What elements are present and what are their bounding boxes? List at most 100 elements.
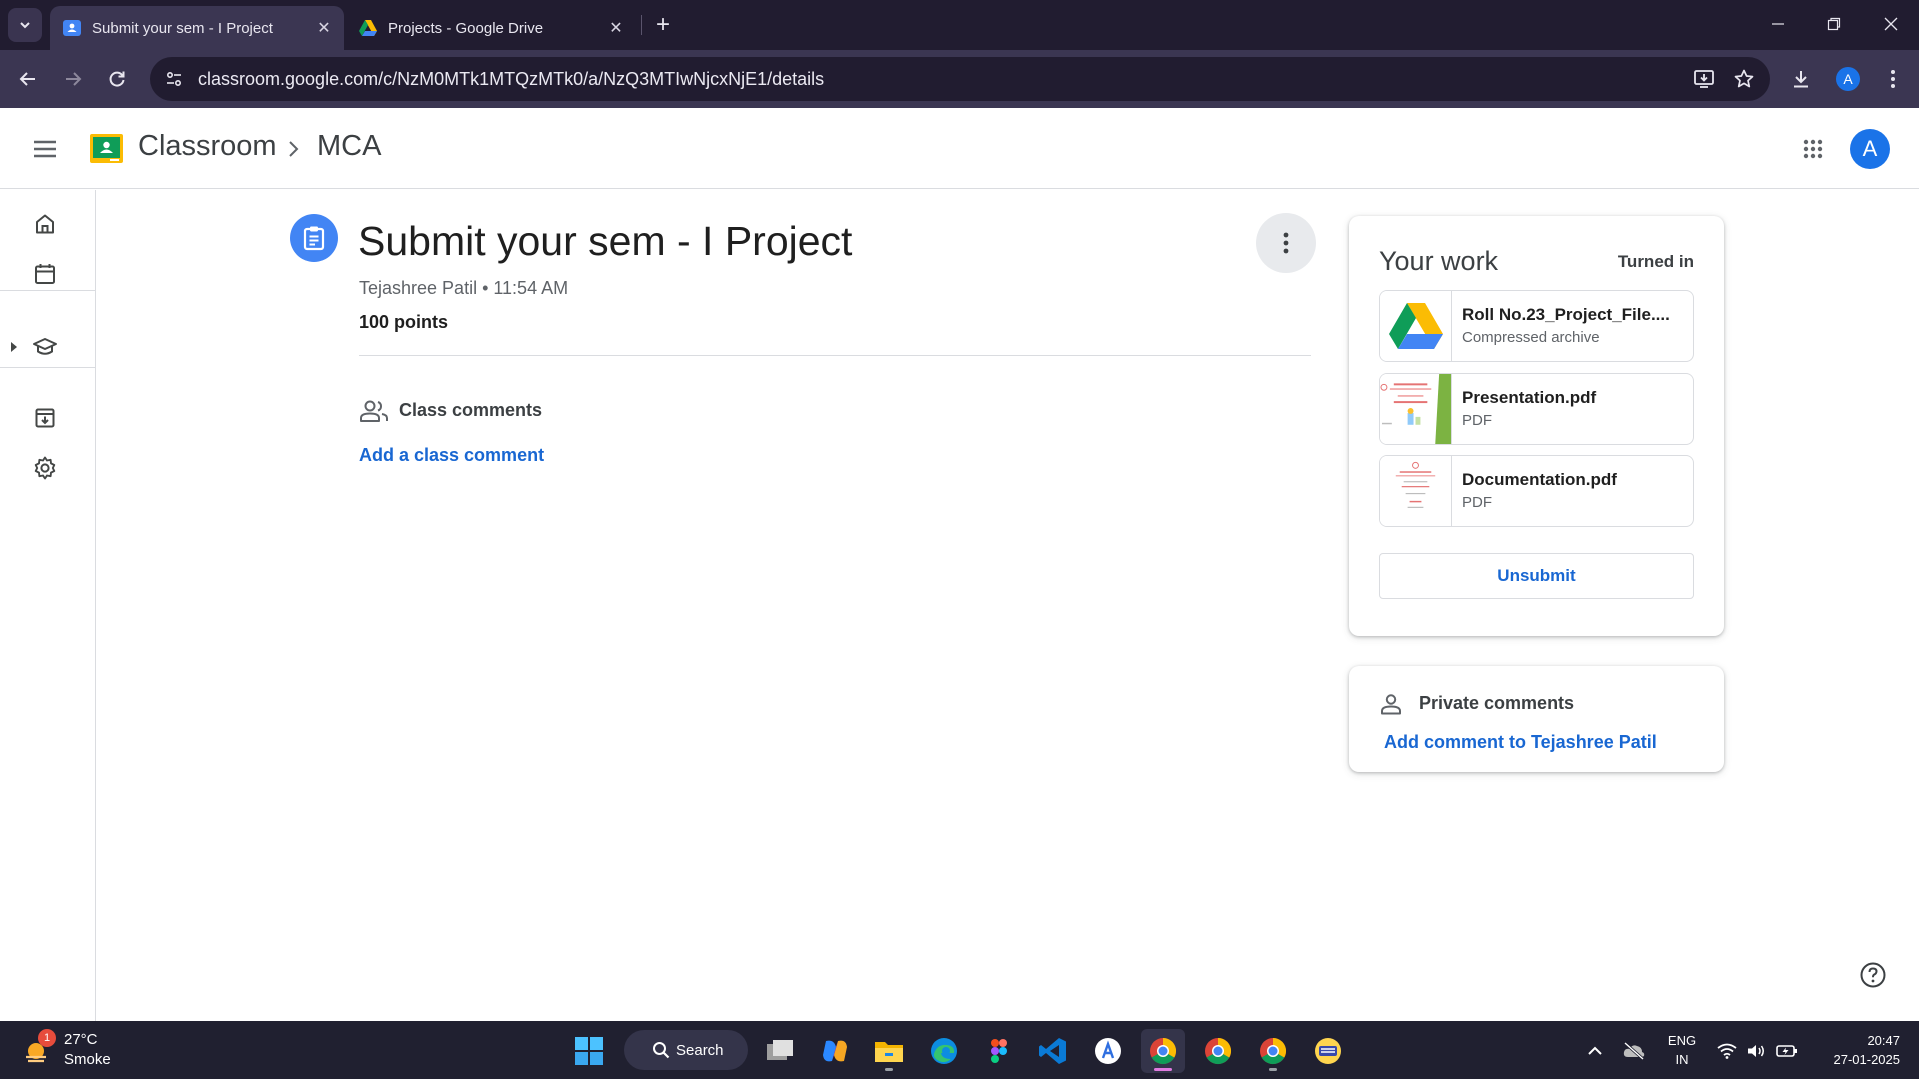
- speaker-icon: [1748, 1045, 1764, 1057]
- chrome-icon: [1205, 1037, 1232, 1065]
- chevron-up-icon: [1588, 1046, 1602, 1055]
- arrow-left-icon: [19, 72, 35, 86]
- onedrive-tray[interactable]: [1618, 1029, 1650, 1073]
- taskbar-search[interactable]: Search: [624, 1030, 748, 1070]
- browser-menu-button[interactable]: [1875, 61, 1911, 97]
- figma-app[interactable]: [977, 1029, 1021, 1073]
- google-drive-favicon-icon: [359, 20, 377, 36]
- weather-temperature: 27°C: [64, 1031, 98, 1048]
- pdf-thumbnail: [1380, 374, 1452, 444]
- caret-right-icon[interactable]: [9, 341, 19, 353]
- private-comments-label: Private comments: [1419, 693, 1575, 713]
- input-language-indicator[interactable]: ENG IN: [1664, 1031, 1700, 1069]
- hamburger-icon: [34, 140, 56, 158]
- app-launcher[interactable]: [1306, 1029, 1350, 1073]
- help-button[interactable]: [1857, 959, 1889, 991]
- language-code: ENG: [1667, 1033, 1697, 1048]
- close-window-button[interactable]: [1863, 0, 1919, 48]
- running-indicator: [885, 1068, 893, 1071]
- vscode-app[interactable]: [1031, 1029, 1075, 1073]
- copilot-app[interactable]: [813, 1029, 857, 1073]
- assignment-icon: [290, 214, 338, 262]
- active-indicator: [1154, 1068, 1172, 1071]
- battery-status[interactable]: [1772, 1029, 1802, 1073]
- chrome-app-active[interactable]: [1141, 1029, 1185, 1073]
- system-clock[interactable]: 20:47 27-01-2025: [1818, 1031, 1901, 1069]
- attachment-type: PDF: [1462, 494, 1492, 511]
- copilot-icon: [823, 1040, 847, 1062]
- account-avatar[interactable]: A: [1850, 129, 1890, 169]
- class-comments-label: Class comments: [399, 400, 543, 420]
- new-tab-button[interactable]: +: [648, 10, 678, 40]
- attachment-name: Documentation.pdf: [1462, 470, 1617, 489]
- tab-classroom[interactable]: Submit your sem - I Project ✕: [50, 6, 344, 50]
- arrow-right-icon: [66, 72, 82, 86]
- classroom-logo-icon: [90, 134, 123, 163]
- app-title-link[interactable]: Classroom: [138, 130, 277, 163]
- chrome-icon: [1150, 1037, 1177, 1065]
- download-icon: [1794, 71, 1808, 88]
- restore-button[interactable]: [1806, 0, 1862, 48]
- add-class-comment-link[interactable]: Add a class comment: [359, 445, 544, 466]
- google-drive-icon: [1380, 291, 1452, 361]
- cloud-off-icon: [1623, 1041, 1645, 1061]
- minimize-icon: [1772, 23, 1784, 25]
- reload-icon: [109, 71, 125, 87]
- wifi-status[interactable]: [1712, 1029, 1742, 1073]
- app-icon: [1315, 1038, 1341, 1064]
- profile-button[interactable]: A: [1830, 61, 1866, 97]
- vscode-icon: [1039, 1038, 1066, 1064]
- downloads-button[interactable]: [1783, 61, 1819, 97]
- attachment-item[interactable]: Presentation.pdf PDF: [1379, 373, 1694, 445]
- show-hidden-icons-button[interactable]: [1580, 1029, 1610, 1073]
- tab-google-drive[interactable]: Projects - Google Drive ✕: [346, 6, 636, 50]
- private-comments-card: Private comments Add comment to Tejashre…: [1349, 666, 1724, 772]
- forward-button[interactable]: [55, 61, 91, 97]
- close-icon: [1884, 17, 1898, 31]
- file-explorer-app[interactable]: [867, 1029, 911, 1073]
- chrome-profile-app-2[interactable]: [1251, 1029, 1295, 1073]
- calendar-icon: [35, 264, 55, 284]
- graduation-cap-icon: [33, 338, 57, 355]
- main-menu-button[interactable]: [22, 126, 68, 172]
- tab-search-button[interactable]: [8, 8, 42, 42]
- url-text[interactable]: classroom.google.com/c/NzM0MTk1MTQzMTk0/…: [198, 69, 1684, 90]
- folder-icon: [875, 1042, 903, 1062]
- back-button[interactable]: [10, 61, 46, 97]
- reload-button[interactable]: [99, 61, 135, 97]
- attachment-item[interactable]: Documentation.pdf PDF: [1379, 455, 1694, 527]
- rail-item-todo[interactable]: [20, 395, 70, 441]
- person-icon: [1381, 694, 1401, 715]
- tab-title: Projects - Google Drive: [388, 19, 544, 37]
- chrome-profile-app[interactable]: [1196, 1029, 1240, 1073]
- task-view-icon: [767, 1040, 793, 1060]
- rail-item-enrolled[interactable]: [20, 324, 70, 370]
- assignment-more-button[interactable]: [1256, 213, 1316, 273]
- class-name-link[interactable]: MCA: [317, 130, 381, 163]
- address-bar[interactable]: classroom.google.com/c/NzM0MTk1MTQzMTk0/…: [150, 57, 1770, 101]
- star-icon: [1734, 69, 1754, 88]
- close-tab-icon[interactable]: ✕: [310, 14, 338, 42]
- close-tab-icon[interactable]: ✕: [602, 14, 630, 42]
- more-vertical-icon: [1283, 232, 1289, 254]
- minimize-button[interactable]: [1750, 0, 1806, 48]
- site-info-button[interactable]: [154, 59, 194, 99]
- edge-app[interactable]: [922, 1029, 966, 1073]
- weather-widget[interactable]: 1 27°C Smoke: [20, 1029, 140, 1073]
- rail-divider: [0, 367, 95, 368]
- unsubmit-button[interactable]: Unsubmit: [1379, 553, 1694, 599]
- rail-item-home[interactable]: [20, 201, 70, 247]
- rail-item-settings[interactable]: [20, 445, 70, 491]
- volume-status[interactable]: [1742, 1029, 1770, 1073]
- attachment-item[interactable]: Roll No.23_Project_File.... Compressed a…: [1379, 290, 1694, 362]
- install-app-button[interactable]: [1684, 59, 1724, 99]
- add-private-comment-link[interactable]: Add comment to Tejashree Patil: [1384, 732, 1657, 753]
- bookmark-button[interactable]: [1724, 59, 1764, 99]
- weather-alert-badge: 1: [38, 1029, 56, 1047]
- start-button[interactable]: [567, 1029, 611, 1073]
- attachment-type: PDF: [1462, 412, 1492, 429]
- task-view-button[interactable]: [758, 1029, 802, 1073]
- google-apps-button[interactable]: [1790, 126, 1836, 172]
- tab-title: Submit your sem - I Project: [92, 19, 273, 37]
- app-store-app[interactable]: [1086, 1029, 1130, 1073]
